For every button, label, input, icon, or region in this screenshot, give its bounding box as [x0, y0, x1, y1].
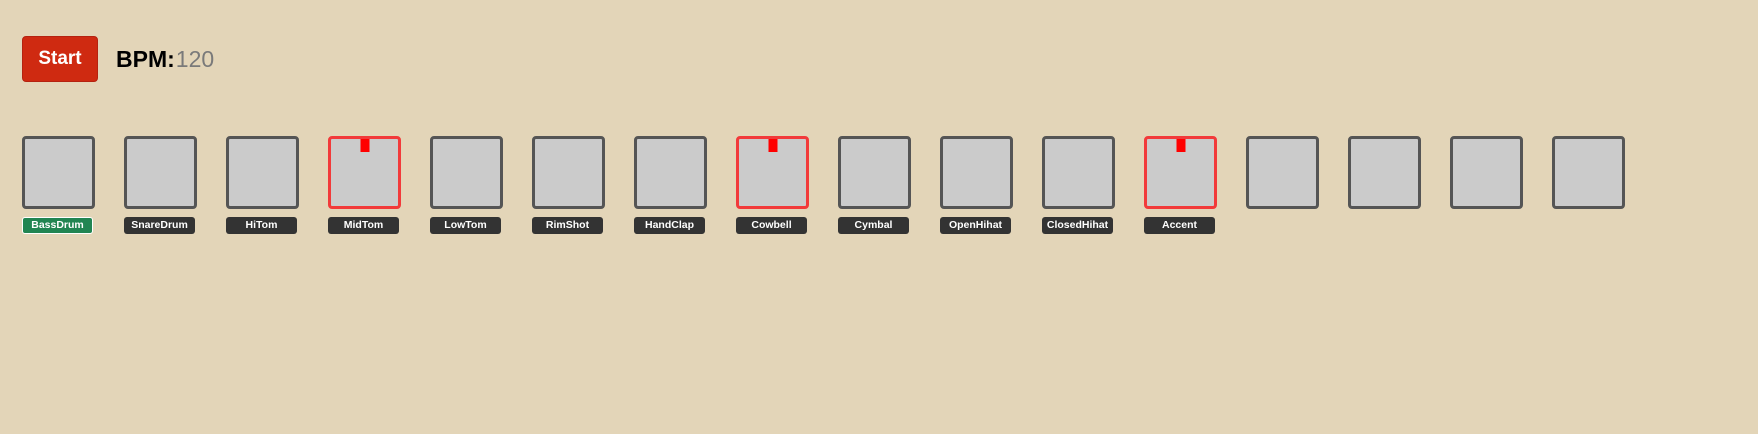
step-pad[interactable]: [736, 136, 809, 209]
step-column: BassDrum: [22, 136, 124, 234]
start-button[interactable]: Start: [22, 36, 98, 82]
step-pad[interactable]: [634, 136, 707, 209]
step-active-marker: [1176, 139, 1185, 152]
step-pad[interactable]: [328, 136, 401, 209]
instrument-label[interactable]: Cymbal: [838, 217, 909, 234]
instrument-label[interactable]: Accent: [1144, 217, 1215, 234]
step-column: OpenHihat: [940, 136, 1042, 234]
step-pad[interactable]: [532, 136, 605, 209]
instrument-label[interactable]: OpenHihat: [940, 217, 1011, 234]
instrument-label[interactable]: MidTom: [328, 217, 399, 234]
toolbar: Start BPM:: [22, 36, 236, 82]
bpm-input[interactable]: [175, 45, 236, 73]
step-pad[interactable]: [226, 136, 299, 209]
bpm-label: BPM:: [116, 45, 175, 72]
step-pad[interactable]: [940, 136, 1013, 209]
instrument-label[interactable]: SnareDrum: [124, 217, 195, 234]
instrument-label[interactable]: LowTom: [430, 217, 501, 234]
step-column: [1246, 136, 1348, 234]
step-sequencer: BassDrum SnareDrum HiTom MidTom LowTom RimSho…: [22, 136, 1654, 234]
step-active-marker: [360, 139, 369, 152]
step-pad[interactable]: [1552, 136, 1625, 209]
step-pad[interactable]: [1348, 136, 1421, 209]
step-active-marker: [768, 139, 777, 152]
bpm-control: BPM:: [116, 45, 236, 73]
instrument-label[interactable]: RimShot: [532, 217, 603, 234]
step-column: [1450, 136, 1552, 234]
step-column: SnareDrum: [124, 136, 226, 234]
step-column: Accent: [1144, 136, 1246, 234]
step-column: Cowbell: [736, 136, 838, 234]
step-pad[interactable]: [1042, 136, 1115, 209]
step-column: Cymbal: [838, 136, 940, 234]
step-column: LowTom: [430, 136, 532, 234]
step-pad[interactable]: [430, 136, 503, 209]
instrument-label[interactable]: ClosedHihat: [1042, 217, 1113, 234]
drum-machine: Start BPM: BassDrum SnareDrum HiTom MidTom L…: [0, 0, 1758, 434]
step-column: HandClap: [634, 136, 736, 234]
instrument-label[interactable]: BassDrum: [22, 217, 93, 234]
step-column: MidTom: [328, 136, 430, 234]
step-pad[interactable]: [1144, 136, 1217, 209]
instrument-label[interactable]: Cowbell: [736, 217, 807, 234]
step-column: [1552, 136, 1654, 234]
step-column: [1348, 136, 1450, 234]
instrument-label[interactable]: HiTom: [226, 217, 297, 234]
step-pad[interactable]: [1450, 136, 1523, 209]
step-pad[interactable]: [838, 136, 911, 209]
step-column: ClosedHihat: [1042, 136, 1144, 234]
step-pad[interactable]: [22, 136, 95, 209]
step-column: HiTom: [226, 136, 328, 234]
step-column: RimShot: [532, 136, 634, 234]
step-pad[interactable]: [124, 136, 197, 209]
step-pad[interactable]: [1246, 136, 1319, 209]
instrument-label[interactable]: HandClap: [634, 217, 705, 234]
